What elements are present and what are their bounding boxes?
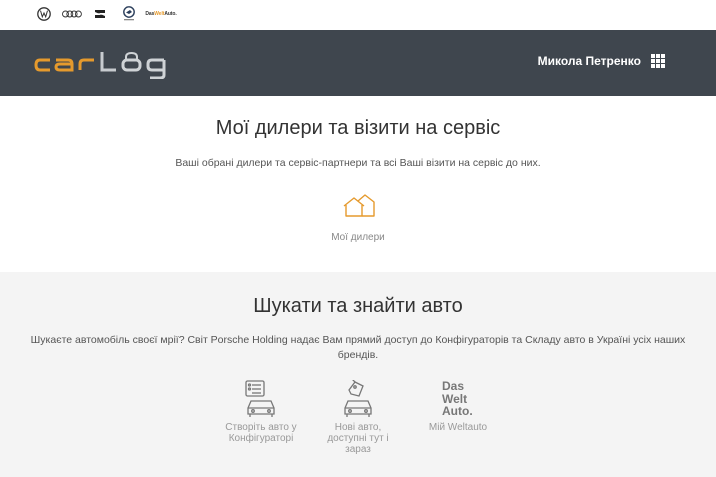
configurator-label-line: Конфігураторі: [228, 433, 294, 444]
new-cars-label-line: доступні тут і: [327, 433, 389, 444]
das-welt-auto-icon: Das Welt Auto.: [442, 379, 473, 418]
new-cars-label-line: Нові авто,: [334, 422, 382, 433]
new-cars-label-line: зараз: [345, 444, 371, 455]
search-title: Шукати та знайти авто: [253, 295, 463, 317]
skoda-logo[interactable]: [120, 6, 138, 22]
vw-icon: [37, 7, 51, 21]
vw-logo[interactable]: [36, 6, 52, 22]
dealers-section: Мої дилери та візити на сервіс Ваші обра…: [0, 96, 716, 272]
configurator-label-line: Створіть авто у: [225, 422, 297, 433]
search-section: Шукати та знайти авто Шукаєте автомобіль…: [0, 272, 716, 477]
skoda-icon: [123, 6, 135, 21]
top-header: Микола Петренко: [0, 30, 716, 96]
das-welt-auto-logo[interactable]: Das Welt Auto.: [145, 6, 176, 22]
new-cars-tile[interactable]: Нові авто, доступні тут і зараз: [313, 380, 403, 455]
weltauto-tile[interactable]: Das Welt Auto. Мій Weltauto: [413, 380, 503, 433]
seat-icon: [95, 10, 105, 18]
configurator-tile[interactable]: Створіть авто у Конфігураторі: [216, 380, 306, 444]
audi-rings-icon: [62, 10, 82, 18]
grid-apps-icon[interactable]: [651, 54, 665, 68]
my-dealers-card[interactable]: Мої дилери: [318, 194, 398, 250]
carlog-logo[interactable]: [34, 51, 180, 79]
audi-logo[interactable]: [62, 6, 82, 22]
search-subtitle: Шукаєте автомобіль своєї мрії? Світ Pors…: [30, 334, 686, 361]
dealers-subtitle: Ваші обрані дилери та сервіс-партнери та…: [175, 157, 541, 169]
dealers-title: Мої дилери та візити на сервіс: [215, 117, 501, 139]
houses-icon: [343, 194, 375, 217]
brand-bar: Das Welt Auto.: [0, 0, 716, 30]
user-name[interactable]: Микола Петренко: [538, 54, 641, 68]
my-dealers-label: Мої дилери: [331, 232, 385, 243]
configurator-car-icon: [245, 380, 275, 417]
seat-logo[interactable]: [93, 6, 107, 22]
weltauto-label: Мій Weltauto: [428, 422, 488, 433]
new-car-tag-icon: [344, 380, 372, 417]
